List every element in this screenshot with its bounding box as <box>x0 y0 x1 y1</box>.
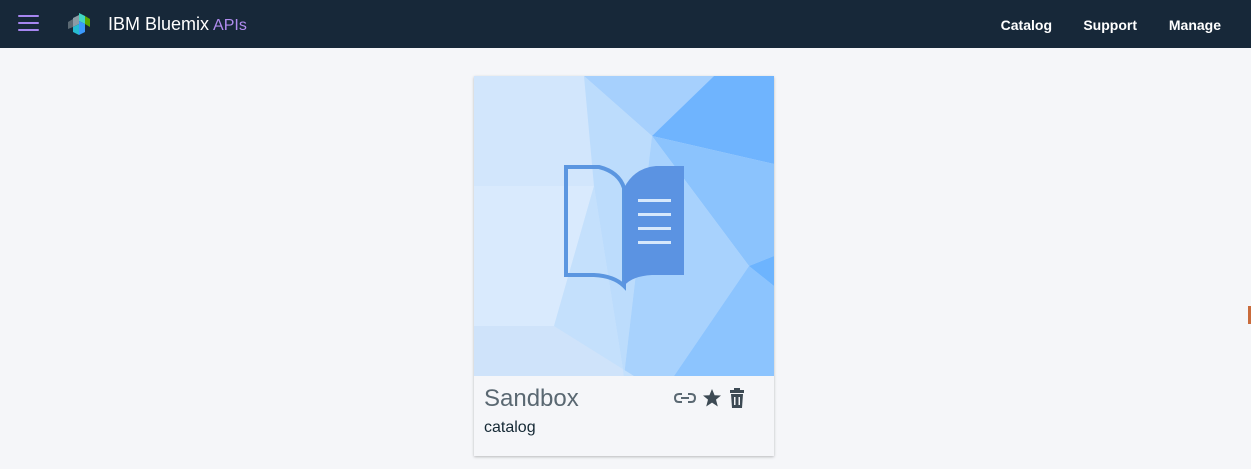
link-icon[interactable] <box>674 388 696 408</box>
api-product-card[interactable]: Sandbox catalog <box>474 76 774 456</box>
brand-subtitle: APIs <box>213 17 247 34</box>
card-title: Sandbox <box>484 385 579 412</box>
trash-icon[interactable] <box>726 388 748 408</box>
bluemix-logo-icon[interactable] <box>65 10 93 38</box>
brand-name: IBM Bluemix <box>108 14 210 34</box>
card-artwork <box>474 76 774 376</box>
star-icon[interactable] <box>701 388 723 408</box>
nav-link-catalog[interactable]: Catalog <box>1001 16 1052 34</box>
top-navigation-bar: IBM Bluemix APIs Catalog Support Manage <box>0 0 1251 48</box>
card-subtitle: catalog <box>484 419 536 436</box>
brand-title[interactable]: IBM Bluemix APIs <box>108 13 247 37</box>
nav-link-support[interactable]: Support <box>1083 16 1137 34</box>
hamburger-menu-icon[interactable] <box>18 15 39 32</box>
nav-link-manage[interactable]: Manage <box>1169 16 1221 34</box>
